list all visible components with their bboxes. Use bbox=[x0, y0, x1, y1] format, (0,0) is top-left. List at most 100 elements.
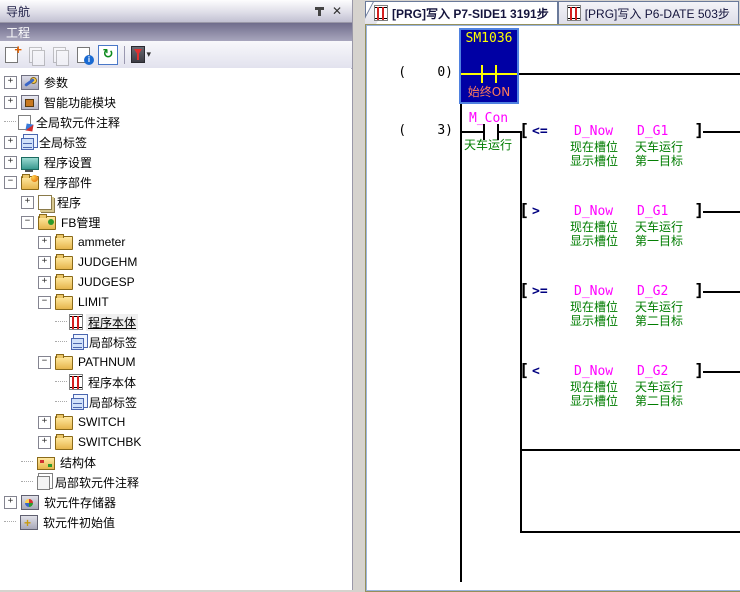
tree-item-SWITCHBK[interactable]: + SWITCHBK bbox=[38, 432, 143, 452]
property-icon[interactable]: i bbox=[74, 45, 94, 65]
document-tab-2[interactable]: [PRG]写入 P6-DATE 503步 bbox=[558, 1, 739, 24]
expand-icon[interactable]: + bbox=[21, 196, 34, 209]
tree-item-ammeter[interactable]: + ammeter bbox=[38, 232, 127, 252]
refresh-icon[interactable]: ↻ bbox=[98, 45, 118, 65]
tree-item-label[interactable]: PATHNUM bbox=[76, 355, 138, 369]
module-icon bbox=[21, 95, 39, 110]
tree-item-label[interactable]: 局部标签 bbox=[87, 394, 139, 411]
tree-item-程序[interactable]: + 程序 bbox=[21, 192, 83, 212]
tree-item-label[interactable]: 程序 bbox=[55, 194, 83, 211]
expand-icon[interactable]: + bbox=[38, 276, 51, 289]
tree-item-label[interactable]: JUDGEHM bbox=[76, 255, 139, 269]
compare-open-bracket: [ bbox=[519, 204, 529, 219]
compare-operator: < bbox=[532, 365, 540, 379]
branch-out-wire bbox=[703, 291, 740, 293]
tree-item-label[interactable]: 软元件初始值 bbox=[41, 514, 117, 531]
sort-icon[interactable]: ▾ bbox=[131, 45, 151, 65]
tree-item-SWITCH[interactable]: + SWITCH bbox=[38, 412, 127, 432]
tree-item-局部标签[interactable]: 局部标签 bbox=[55, 392, 139, 412]
struct-icon bbox=[37, 457, 55, 470]
close-icon[interactable]: ✕ bbox=[328, 3, 346, 19]
tree-item-程序本体[interactable]: 程序本体 bbox=[55, 372, 138, 392]
operand1-comment: 现在槽位 显示槽位 bbox=[570, 220, 618, 248]
tree-item-label[interactable]: 局部软元件注释 bbox=[53, 474, 141, 491]
compare-operand-2: D_G2 bbox=[637, 285, 668, 299]
rung3-wire bbox=[460, 131, 484, 133]
tree-item-label[interactable]: 局部标签 bbox=[87, 334, 139, 351]
toolbar-separator bbox=[124, 46, 125, 64]
collapse-icon[interactable]: − bbox=[38, 356, 51, 369]
ladder-file-icon bbox=[374, 5, 388, 21]
folder-icon bbox=[55, 436, 73, 450]
tree-item-程序部件[interactable]: − 程序部件 bbox=[4, 172, 94, 192]
rung3-wire bbox=[498, 131, 520, 133]
project-tree: + 参数 + 智能功能模块全局软元件注释 + 全局标签 + 程序设置 − 程序部件 + 程序 − FB管理… bbox=[0, 68, 351, 590]
tree-item-label[interactable]: ammeter bbox=[76, 235, 127, 249]
expand-icon[interactable]: + bbox=[38, 256, 51, 269]
folder-icon bbox=[55, 356, 73, 370]
tree-item-label[interactable]: 参数 bbox=[42, 74, 70, 91]
tree-item-程序设置[interactable]: + 程序设置 bbox=[4, 152, 94, 172]
expand-icon[interactable]: + bbox=[4, 156, 17, 169]
pin-icon[interactable] bbox=[310, 3, 328, 19]
collapse-icon[interactable]: − bbox=[4, 176, 17, 189]
tree-connector bbox=[21, 481, 33, 483]
tree-item-label[interactable]: 程序本体 bbox=[86, 374, 138, 391]
document-tab-1[interactable]: [PRG]写入 P7-SIDE1 3191步 bbox=[365, 1, 558, 24]
tree-item-label[interactable]: 程序部件 bbox=[42, 174, 94, 191]
devmem-icon bbox=[21, 495, 39, 510]
tree-item-程序本体[interactable]: 程序本体 bbox=[55, 312, 138, 332]
expand-icon[interactable]: + bbox=[4, 496, 17, 509]
selected-cell[interactable]: SM1036 始终ON bbox=[459, 28, 519, 104]
tree-item-局部软元件注释[interactable]: 局部软元件注释 bbox=[21, 472, 141, 492]
tree-connector bbox=[55, 321, 67, 323]
tab-label: [PRG]写入 P7-SIDE1 3191步 bbox=[392, 5, 549, 22]
tree-item-JUDGEHM[interactable]: + JUDGEHM bbox=[38, 252, 139, 272]
tree-item-结构体[interactable]: 结构体 bbox=[21, 452, 98, 472]
tree-item-label[interactable]: 程序设置 bbox=[42, 154, 94, 171]
folder-icon bbox=[55, 296, 73, 310]
tree-item-label[interactable]: 结构体 bbox=[58, 454, 98, 471]
expand-icon[interactable]: + bbox=[38, 416, 51, 429]
tree-item-label[interactable]: 软元件存储器 bbox=[42, 494, 118, 511]
contact-device-comment: 始终ON bbox=[461, 83, 517, 100]
expand-icon[interactable]: + bbox=[38, 236, 51, 249]
expand-icon[interactable]: + bbox=[4, 76, 17, 89]
operand2-comment: 天车运行 第一目标 bbox=[635, 220, 683, 248]
tree-item-全局软元件注释[interactable]: 全局软元件注释 bbox=[4, 112, 122, 132]
folder-icon bbox=[55, 416, 73, 430]
navigation-title: 导航 bbox=[6, 3, 310, 20]
tree-item-label[interactable]: FB管理 bbox=[59, 214, 102, 231]
collapse-icon[interactable]: − bbox=[21, 216, 34, 229]
expand-icon[interactable]: + bbox=[4, 136, 17, 149]
tree-item-FB管理[interactable]: − FB管理 bbox=[21, 212, 102, 232]
tree-item-label[interactable]: 全局标签 bbox=[37, 134, 89, 151]
tree-item-软元件存储器[interactable]: + 软元件存储器 bbox=[4, 492, 118, 512]
tree-item-label[interactable]: 全局软元件注释 bbox=[34, 114, 122, 131]
new-window-icon[interactable]: + bbox=[2, 45, 22, 65]
pou-icon bbox=[21, 176, 39, 190]
paste-icon[interactable] bbox=[50, 45, 70, 65]
tree-item-软元件初始值[interactable]: 软元件初始值 bbox=[4, 512, 117, 532]
ladder-editor[interactable]: ( 0)SM1036始终ON( 3)M_Con天车运行[<=D_NowD_G1]… bbox=[367, 26, 740, 590]
tree-item-参数[interactable]: + 参数 bbox=[4, 72, 70, 92]
tree-item-label[interactable]: 智能功能模块 bbox=[42, 94, 118, 111]
tree-item-label[interactable]: SWITCHBK bbox=[76, 435, 143, 449]
tree-item-label[interactable]: LIMIT bbox=[76, 295, 111, 309]
label-icon bbox=[71, 338, 84, 350]
contact-bar bbox=[495, 65, 497, 83]
tree-item-全局标签[interactable]: + 全局标签 bbox=[4, 132, 89, 152]
tree-item-JUDGESP[interactable]: + JUDGESP bbox=[38, 272, 137, 292]
tree-item-智能功能模块[interactable]: + 智能功能模块 bbox=[4, 92, 118, 112]
copy-icon[interactable] bbox=[26, 45, 46, 65]
tree-item-label[interactable]: SWITCH bbox=[76, 415, 127, 429]
tree-item-label[interactable]: 程序本体 bbox=[86, 314, 138, 331]
tree-item-局部标签[interactable]: 局部标签 bbox=[55, 332, 139, 352]
tree-item-label[interactable]: JUDGESP bbox=[76, 275, 137, 289]
expand-icon[interactable]: + bbox=[38, 436, 51, 449]
collapse-icon[interactable]: − bbox=[38, 296, 51, 309]
tree-item-LIMIT[interactable]: − LIMIT bbox=[38, 292, 111, 312]
tree-item-PATHNUM[interactable]: − PATHNUM bbox=[38, 352, 138, 372]
contact-device-name: SM1036 bbox=[461, 31, 517, 46]
expand-icon[interactable]: + bbox=[4, 96, 17, 109]
